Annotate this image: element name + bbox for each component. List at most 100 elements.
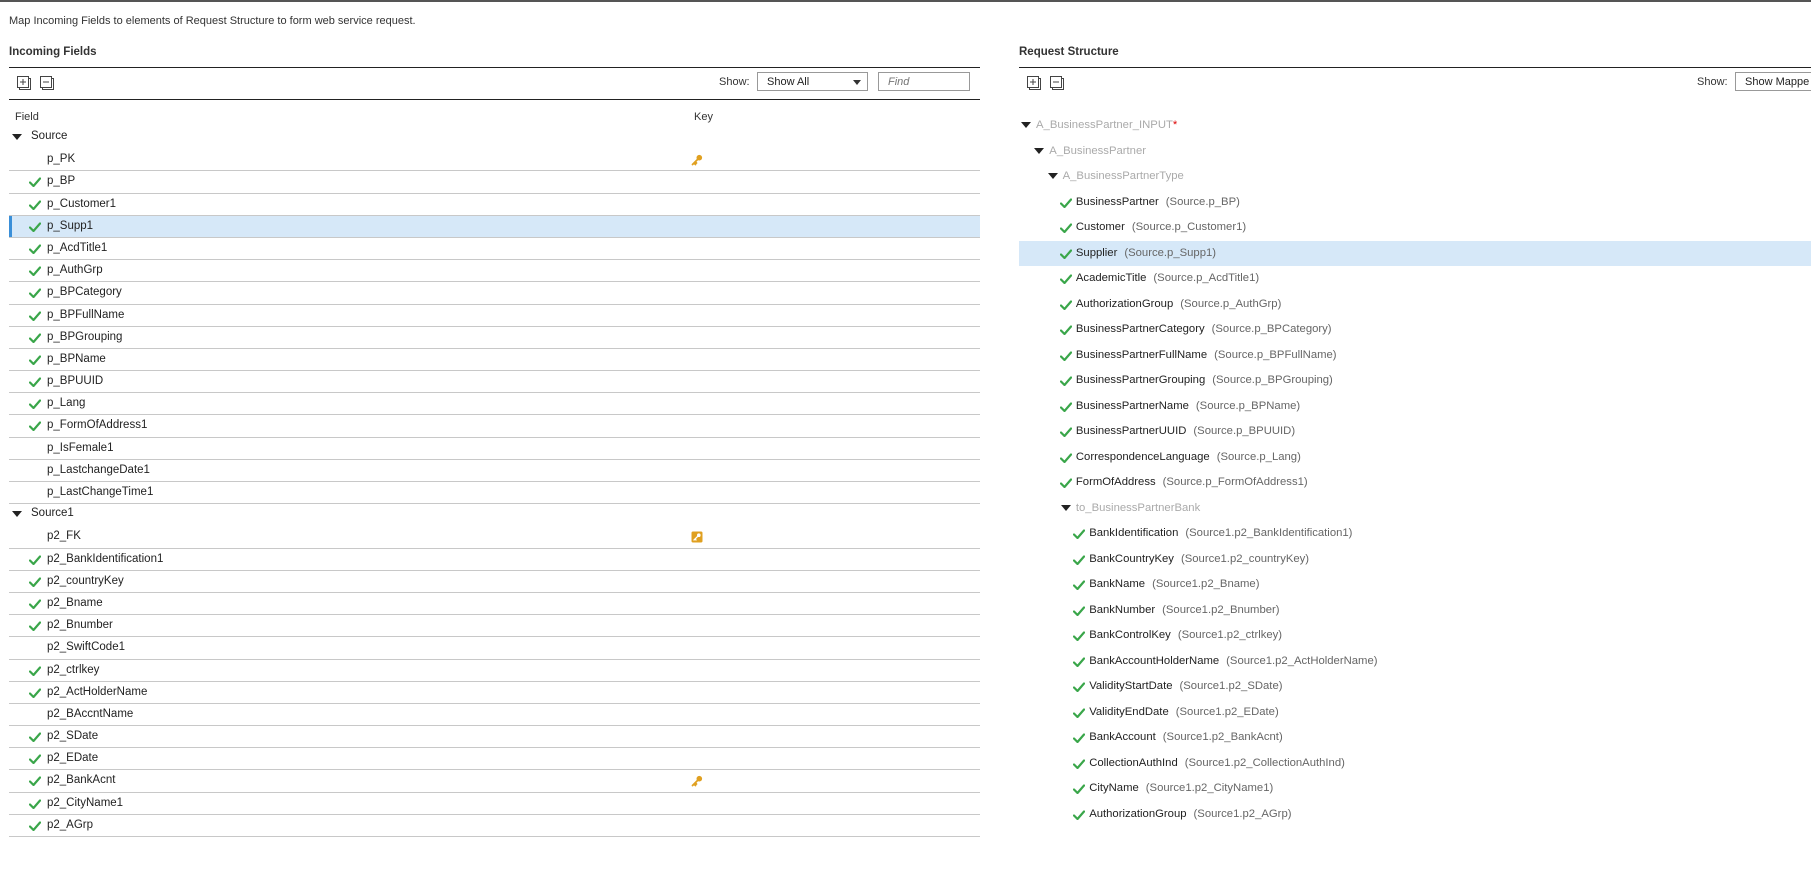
- tree-node-label: BankCountryKey (Source1.p2_countryKey): [1089, 553, 1309, 565]
- triangle-down-icon[interactable]: [1047, 173, 1058, 179]
- tree-node-element[interactable]: CorrespondenceLanguage (Source.p_Lang): [1019, 445, 1811, 471]
- triangle-down-icon[interactable]: [1060, 504, 1071, 511]
- tree-node-element[interactable]: FormOfAddress (Source.p_FormOfAddress1): [1019, 470, 1811, 496]
- checkmark-icon: [28, 421, 42, 432]
- field-row[interactable]: p_PK: [9, 149, 980, 172]
- field-column-header[interactable]: Field: [15, 111, 39, 123]
- tree-node-element[interactable]: BusinessPartnerGrouping (Source.p_BPGroup…: [1019, 368, 1811, 394]
- field-row[interactable]: p2_EDate: [9, 748, 980, 771]
- checkmark-icon: [1059, 325, 1072, 336]
- field-row[interactable]: p2_AGrp: [9, 815, 980, 837]
- tree-node-element[interactable]: BusinessPartnerName (Source.p_BPName): [1019, 394, 1811, 420]
- tree-node-element[interactable]: BankControlKey (Source1.p2_ctrlkey): [1019, 623, 1811, 649]
- tree-node-element[interactable]: CityName (Source1.p2_CityName1): [1019, 776, 1811, 802]
- tree-node-name: BusinessPartnerUUID: [1075, 425, 1187, 437]
- collapse-all-icon[interactable]: [39, 75, 55, 91]
- field-row[interactable]: p2_CityName1: [9, 793, 980, 815]
- field-row[interactable]: p2_SwiftCode1: [9, 637, 980, 660]
- tree-node-label: CollectionAuthInd (Source1.p2_CollectionA…: [1089, 757, 1345, 769]
- field-row[interactable]: p_Supp1: [9, 215, 980, 238]
- field-row[interactable]: p_IsFemale1: [9, 438, 980, 460]
- field-name: p_AcdTitle1: [47, 241, 108, 254]
- tree-node-element[interactable]: BusinessPartnerFullName (Source.p_BPFullN…: [1019, 343, 1811, 369]
- checkmark-icon: [1059, 376, 1072, 387]
- incoming-show-select[interactable]: Show All: [757, 72, 868, 91]
- triangle-down-icon[interactable]: [1021, 122, 1031, 128]
- tree-node-group[interactable]: to_BusinessPartnerBank: [1019, 496, 1811, 522]
- tree-node-name: BusinessPartner: [1075, 195, 1159, 208]
- triangle-down-icon[interactable]: [1034, 147, 1045, 154]
- incoming-fields-grid: Source p_PK p_BP p_Customer1 p_Supp1 p_AcdTit…: [9, 127, 980, 837]
- tree-node-element[interactable]: Supplier (Source.p_Supp1): [1019, 240, 1811, 266]
- tree-node-label: AuthorizationGroup (Source.p_AuthGrp): [1076, 298, 1281, 310]
- tree-node-name: BankName: [1089, 578, 1146, 590]
- source-group-row[interactable]: Source1: [9, 504, 980, 526]
- checkmark-icon: [1073, 529, 1086, 540]
- tree-node-element[interactable]: BankCountryKey (Source1.p2_countryKey): [1019, 547, 1811, 573]
- tree-node-element[interactable]: AuthorizationGroup (Source1.p2_AGrp): [1019, 802, 1811, 828]
- tree-node-group[interactable]: A_BusinessPartner_INPUT*: [1019, 113, 1811, 139]
- source-group-row[interactable]: Source: [9, 127, 980, 149]
- field-row[interactable]: p2_FK: [9, 526, 980, 549]
- mapped-source: (Source.p_BPUUID): [1193, 425, 1296, 437]
- tree-node-element[interactable]: BankName (Source1.p2_Bname): [1019, 572, 1811, 598]
- tree-node-element[interactable]: BankIdentification (Source1.p2_BankIdenti…: [1019, 521, 1811, 547]
- tree-node-group[interactable]: A_BusinessPartner: [1019, 139, 1811, 165]
- field-row[interactable]: p_BP: [9, 171, 980, 194]
- tree-node-element[interactable]: BankAccountHolderName (Source1.p2_ActHold…: [1019, 649, 1811, 675]
- tree-node-label: BusinessPartnerName (Source.p_BPName): [1076, 400, 1300, 412]
- field-row[interactable]: p_Lang: [9, 393, 980, 416]
- field-row[interactable]: p_BPFullName: [9, 305, 980, 327]
- field-row[interactable]: p2_Bnumber: [9, 615, 980, 638]
- tree-node-element[interactable]: ValidityEndDate (Source1.p2_EDate): [1019, 700, 1811, 726]
- checkmark-icon: [1059, 223, 1072, 234]
- tree-node-element[interactable]: BusinessPartnerCategory (Source.p_BPCateg…: [1019, 317, 1811, 343]
- field-name: p2_countryKey: [47, 574, 124, 587]
- field-row[interactable]: p2_ActHolderName: [9, 682, 980, 704]
- tree-node-element[interactable]: ValidityStartDate (Source1.p2_SDate): [1019, 674, 1811, 700]
- tree-node-name: AcademicTitle: [1075, 272, 1147, 284]
- checkmark-icon: [28, 732, 42, 743]
- tree-node-element[interactable]: BusinessPartner (Source.p_BP): [1019, 190, 1811, 216]
- field-row[interactable]: p2_Bname: [9, 593, 980, 616]
- field-row[interactable]: p_BPCategory: [9, 282, 980, 305]
- request-toolbar: [1019, 68, 1811, 98]
- expand-all-icon[interactable]: [1026, 75, 1042, 91]
- field-name: p_PK: [47, 153, 76, 166]
- triangle-down-icon[interactable]: [12, 511, 22, 518]
- tree-node-name: A_BusinessPartner: [1049, 144, 1146, 157]
- field-row[interactable]: p_LastChangeTime1: [9, 482, 980, 505]
- key-column-header[interactable]: Key: [694, 111, 713, 123]
- field-row[interactable]: p_BPName: [9, 349, 980, 372]
- tree-node-element[interactable]: AuthorizationGroup (Source.p_AuthGrp): [1019, 292, 1811, 318]
- tree-node-element[interactable]: CollectionAuthInd (Source1.p2_CollectionA…: [1019, 751, 1811, 777]
- field-row[interactable]: p_AcdTitle1: [9, 238, 980, 261]
- field-row[interactable]: p_BPGrouping: [9, 327, 980, 349]
- find-input[interactable]: [878, 72, 970, 91]
- tree-node-group[interactable]: A_BusinessPartnerType: [1019, 164, 1811, 190]
- field-row[interactable]: p_FormOfAddress1: [9, 415, 980, 438]
- field-row[interactable]: p_LastchangeDate1: [9, 460, 980, 482]
- field-row[interactable]: p_AuthGrp: [9, 260, 980, 283]
- tree-node-label: CityName (Source1.p2_CityName1): [1089, 782, 1273, 794]
- field-row[interactable]: p2_ctrlkey: [9, 660, 980, 682]
- field-row[interactable]: p2_countryKey: [9, 571, 980, 593]
- field-row[interactable]: p2_BankIdentification1: [9, 549, 980, 571]
- tree-node-element[interactable]: AcademicTitle (Source.p_AcdTitle1): [1019, 266, 1811, 292]
- tree-node-element[interactable]: BusinessPartnerUUID (Source.p_BPUUID): [1019, 419, 1811, 445]
- checkmark-icon: [28, 399, 42, 410]
- request-show-select[interactable]: Show Mappe: [1735, 72, 1811, 91]
- field-row[interactable]: p_BPUUID: [9, 371, 980, 394]
- field-name: p_FormOfAddress1: [47, 419, 148, 432]
- field-row[interactable]: p2_BAccntName: [9, 704, 980, 727]
- collapse-all-icon[interactable]: [1049, 75, 1065, 91]
- field-row[interactable]: p2_BankAcnt: [9, 770, 980, 793]
- tree-node-name: BusinessPartnerName: [1075, 399, 1189, 412]
- field-row[interactable]: p2_SDate: [9, 726, 980, 749]
- field-row[interactable]: p_Customer1: [9, 194, 980, 216]
- expand-all-icon[interactable]: [16, 75, 32, 91]
- tree-node-element[interactable]: BankNumber (Source1.p2_Bnumber): [1019, 598, 1811, 624]
- tree-node-element[interactable]: BankAccount (Source1.p2_BankAcnt): [1019, 725, 1811, 751]
- triangle-down-icon[interactable]: [12, 134, 22, 140]
- tree-node-element[interactable]: Customer (Source.p_Customer1): [1019, 215, 1811, 241]
